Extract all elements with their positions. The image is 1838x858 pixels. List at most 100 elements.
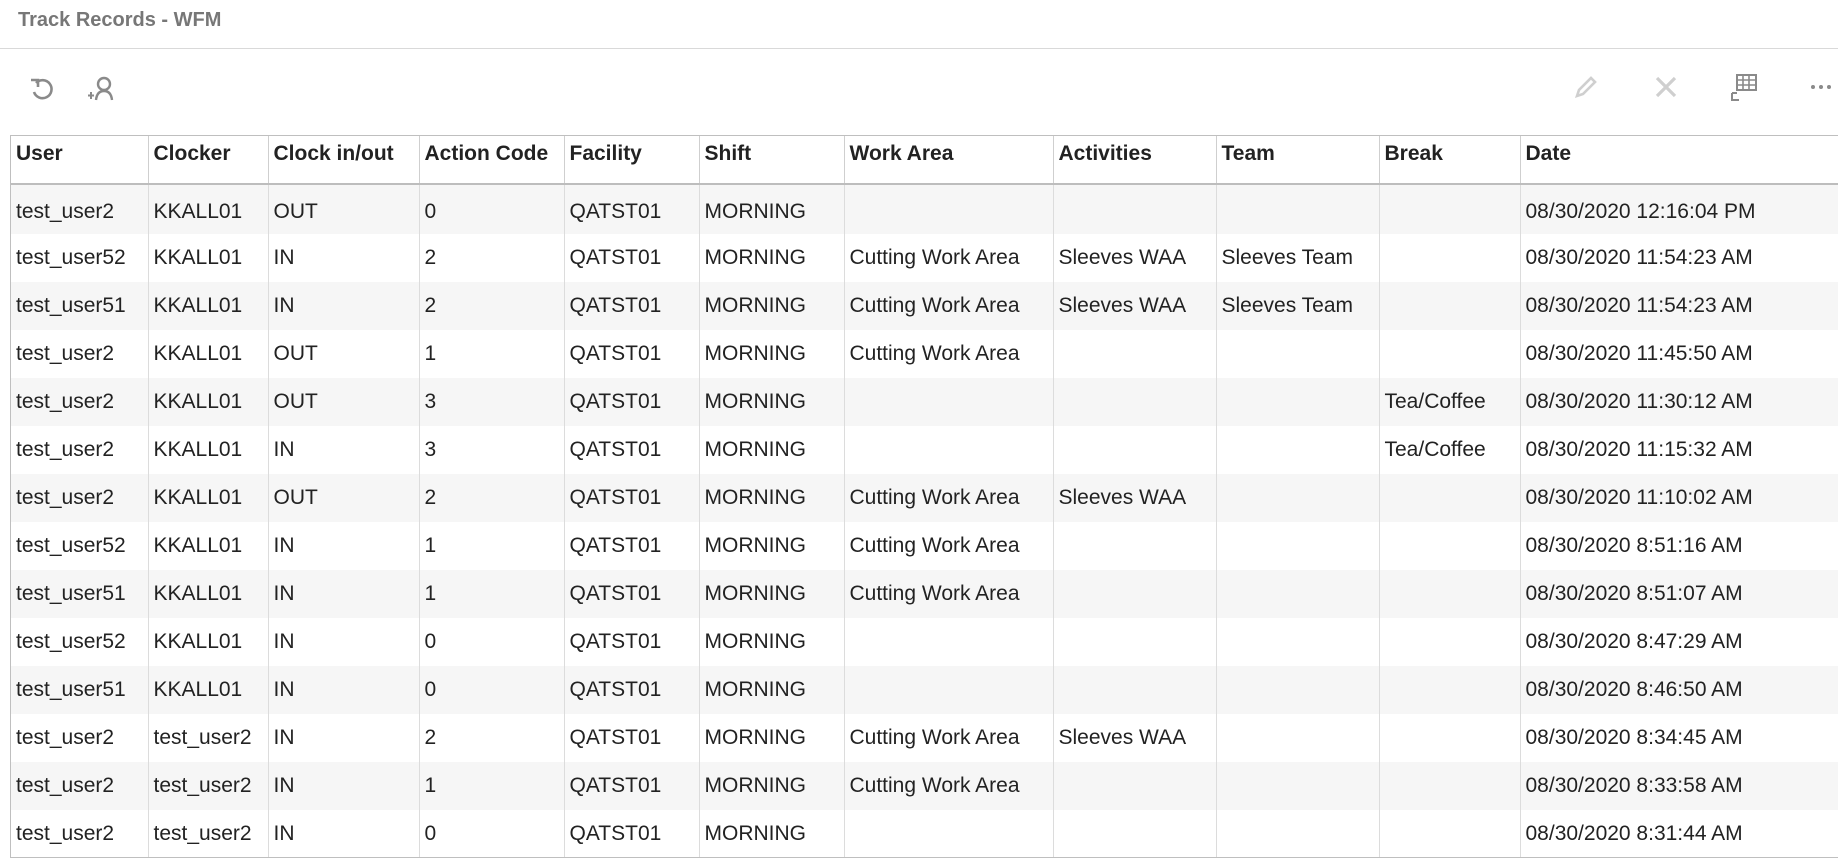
edit-button[interactable] (1566, 67, 1606, 107)
cell-break (1379, 474, 1521, 522)
cell-activities (1053, 184, 1217, 234)
cell-action-code: 0 (419, 618, 565, 666)
cell-user: test_user2 (11, 762, 149, 810)
cell-clocker: test_user2 (148, 810, 269, 857)
table-settings-icon (1728, 71, 1760, 103)
cell-shift: MORNING (699, 184, 845, 234)
column-header-clock-in-out[interactable]: Clock in/out (268, 136, 420, 185)
cell-clock-in-out: IN (268, 426, 420, 474)
cell-user: test_user2 (11, 378, 149, 426)
cell-facility: QATST01 (564, 762, 700, 810)
cell-work-area (844, 618, 1054, 666)
cell-shift: MORNING (699, 522, 845, 570)
cell-activities: Sleeves WAA (1053, 234, 1217, 282)
user-search-button[interactable] (82, 69, 122, 109)
cell-break (1379, 234, 1521, 282)
cell-shift: MORNING (699, 762, 845, 810)
cell-facility: QATST01 (564, 282, 700, 330)
cell-clocker: KKALL01 (148, 426, 269, 474)
cell-clock-in-out: IN (268, 714, 420, 762)
cell-user: test_user52 (11, 234, 149, 282)
cell-action-code: 1 (419, 330, 565, 378)
cell-shift: MORNING (699, 282, 845, 330)
table-row[interactable]: test_user52 KKALL01 IN 0 QATST01 MORNING 08/30… (11, 618, 1838, 666)
cell-activities: Sleeves WAA (1053, 474, 1217, 522)
cell-team (1216, 522, 1380, 570)
table-row[interactable]: test_user2 test_user2 IN 0 QATST01 MORNING 08/… (11, 810, 1838, 857)
cell-activities (1053, 570, 1217, 618)
table-row[interactable]: test_user51 KKALL01 IN 0 QATST01 MORNING 08/30… (11, 666, 1838, 714)
cell-date: 08/30/2020 11:45:50 AM (1520, 330, 1838, 378)
cell-work-area (844, 666, 1054, 714)
cell-date: 08/30/2020 8:31:44 AM (1520, 810, 1838, 857)
title-bar: Track Records - WFM (0, 0, 1838, 49)
cell-facility: QATST01 (564, 666, 700, 714)
cell-activities (1053, 378, 1217, 426)
cell-team (1216, 570, 1380, 618)
cell-activities (1053, 522, 1217, 570)
cell-break (1379, 282, 1521, 330)
cell-team: Sleeves Team (1216, 282, 1380, 330)
table-row[interactable]: test_user2 KKALL01 OUT 1 QATST01 MORNING Cutti… (11, 330, 1838, 378)
table-row[interactable]: test_user2 KKALL01 OUT 0 QATST01 MORNING 08/30… (11, 184, 1838, 234)
cell-team (1216, 714, 1380, 762)
cell-clocker: KKALL01 (148, 282, 269, 330)
table-row[interactable]: test_user2 test_user2 IN 1 QATST01 MORNING Cut… (11, 762, 1838, 810)
table-row[interactable]: test_user52 KKALL01 IN 2 QATST01 MORNING Cutti… (11, 234, 1838, 282)
table-row[interactable]: test_user2 KKALL01 OUT 2 QATST01 MORNING Cutti… (11, 474, 1838, 522)
cell-clock-in-out: IN (268, 810, 420, 857)
cell-clocker: KKALL01 (148, 618, 269, 666)
table-row[interactable]: test_user52 KKALL01 IN 1 QATST01 MORNING Cutti… (11, 522, 1838, 570)
column-header-clocker[interactable]: Clocker (148, 136, 269, 185)
close-icon (1651, 72, 1681, 102)
table-settings-button[interactable] (1724, 67, 1764, 107)
column-header-date[interactable]: Date (1520, 136, 1838, 185)
cell-break (1379, 330, 1521, 378)
cell-clock-in-out: IN (268, 522, 420, 570)
cell-action-code: 0 (419, 666, 565, 714)
table-row[interactable]: test_user2 test_user2 IN 2 QATST01 MORNING Cut… (11, 714, 1838, 762)
cell-action-code: 1 (419, 570, 565, 618)
cell-facility: QATST01 (564, 378, 700, 426)
cell-user: test_user51 (11, 666, 149, 714)
cell-work-area: Cutting Work Area (844, 522, 1054, 570)
pencil-icon (1571, 72, 1601, 102)
cell-date: 08/30/2020 8:46:50 AM (1520, 666, 1838, 714)
delete-button[interactable] (1646, 67, 1686, 107)
cell-activities: Sleeves WAA (1053, 714, 1217, 762)
cell-work-area: Cutting Work Area (844, 570, 1054, 618)
cell-team (1216, 184, 1380, 234)
cell-break (1379, 762, 1521, 810)
cell-shift: MORNING (699, 810, 845, 857)
cell-date: 08/30/2020 8:47:29 AM (1520, 618, 1838, 666)
cell-user: test_user2 (11, 714, 149, 762)
cell-team (1216, 810, 1380, 857)
column-header-team[interactable]: Team (1216, 136, 1380, 185)
column-header-action-code[interactable]: Action Code (419, 136, 565, 185)
more-button[interactable] (1804, 67, 1838, 107)
cell-facility: QATST01 (564, 330, 700, 378)
cell-activities (1053, 330, 1217, 378)
table-row[interactable]: test_user2 KKALL01 OUT 3 QATST01 MORNING Tea/C… (11, 378, 1838, 426)
cell-work-area: Cutting Work Area (844, 234, 1054, 282)
cell-user: test_user51 (11, 570, 149, 618)
page-title: Track Records - WFM (18, 9, 222, 31)
cell-break (1379, 522, 1521, 570)
refresh-button[interactable] (22, 69, 62, 109)
column-header-shift[interactable]: Shift (699, 136, 845, 185)
table-row[interactable]: test_user2 KKALL01 IN 3 QATST01 MORNING Tea/Co… (11, 426, 1838, 474)
column-header-activities[interactable]: Activities (1053, 136, 1217, 185)
cell-break: Tea/Coffee (1379, 378, 1521, 426)
cell-clocker: KKALL01 (148, 666, 269, 714)
cell-date: 08/30/2020 8:51:16 AM (1520, 522, 1838, 570)
cell-team (1216, 426, 1380, 474)
column-header-facility[interactable]: Facility (564, 136, 700, 185)
track-records-grid[interactable]: User Clocker Clock in/out Action Code Fa… (10, 135, 1838, 858)
table-row[interactable]: test_user51 KKALL01 IN 2 QATST01 MORNING Cutti… (11, 282, 1838, 330)
cell-date: 08/30/2020 11:54:23 AM (1520, 234, 1838, 282)
column-header-work-area[interactable]: Work Area (844, 136, 1054, 185)
column-header-user[interactable]: User (11, 136, 149, 185)
column-header-break[interactable]: Break (1379, 136, 1521, 185)
cell-shift: MORNING (699, 474, 845, 522)
table-row[interactable]: test_user51 KKALL01 IN 1 QATST01 MORNING Cutti… (11, 570, 1838, 618)
